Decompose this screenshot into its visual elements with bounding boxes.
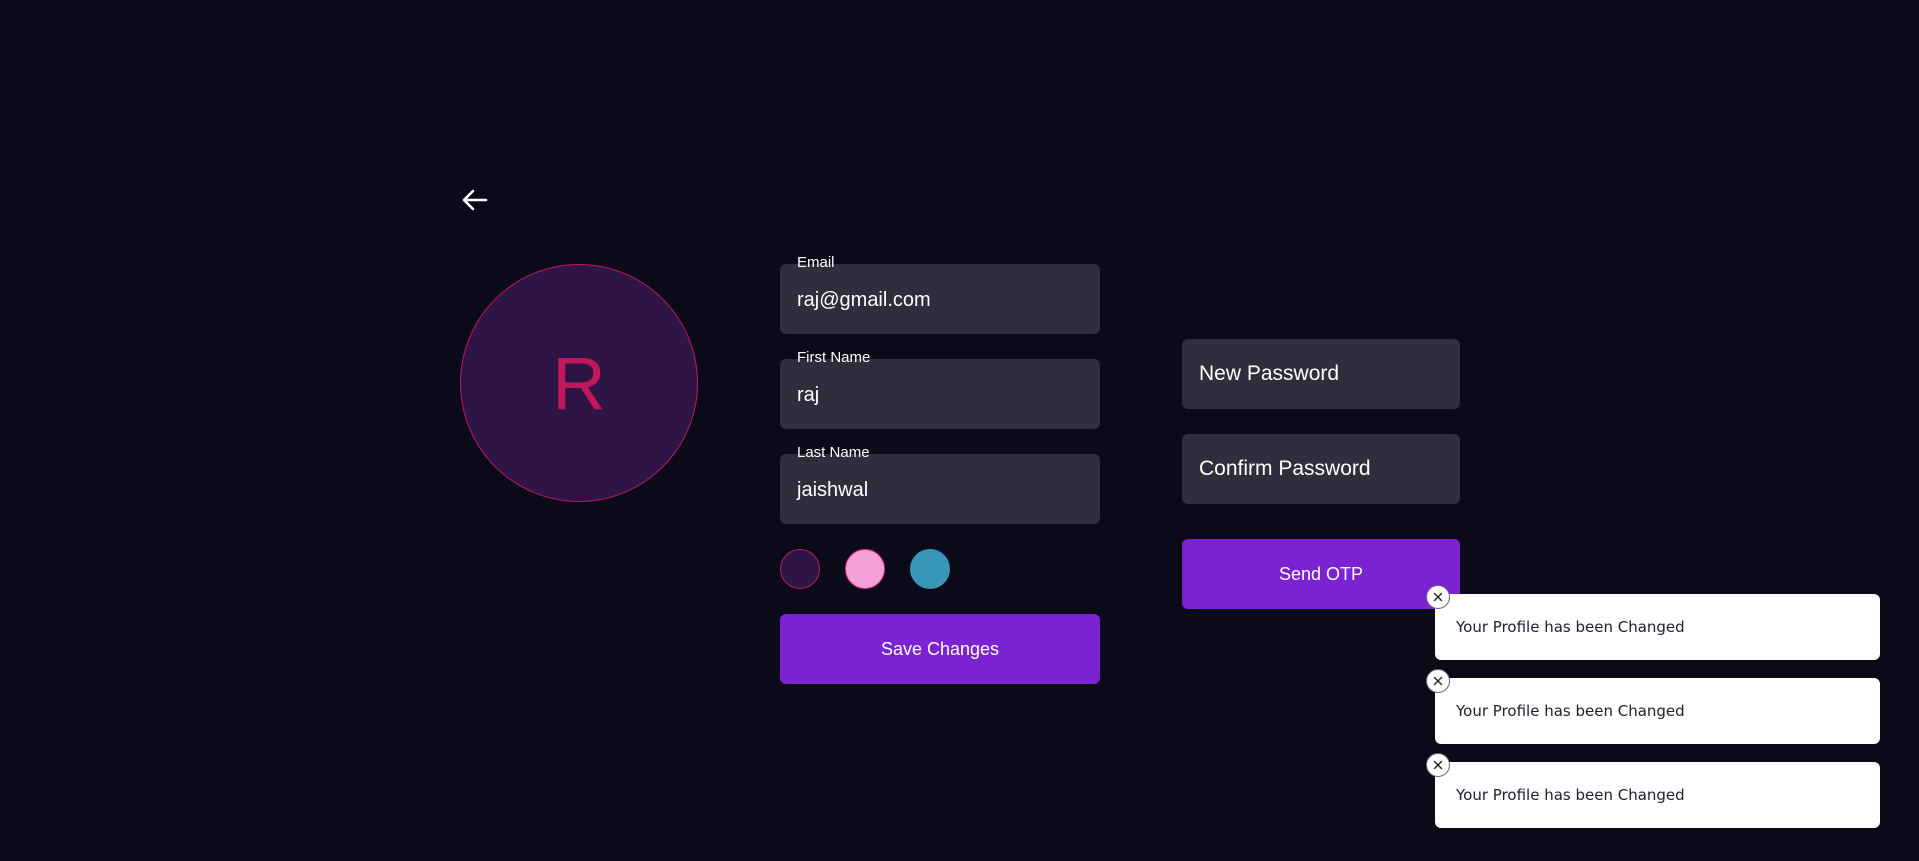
confirm-password-field[interactable] [1182,434,1460,504]
profile-page: R Email raj@gmail.com First Name raj Las… [0,0,1919,861]
close-icon [1433,760,1443,770]
toast-message: Your Profile has been Changed [1456,702,1685,720]
confirm-password-input[interactable] [1199,434,1443,504]
last-name-value[interactable]: jaishwal [797,454,868,524]
toast-notification: Your Profile has been Changed [1426,753,1880,828]
avatar: R [460,264,698,502]
last-name-field[interactable]: Last Name jaishwal [780,444,1100,524]
close-icon [1433,592,1443,602]
theme-color-pink[interactable] [845,549,885,589]
toast-notification: Your Profile has been Changed [1426,669,1880,744]
toast-message: Your Profile has been Changed [1456,786,1685,804]
theme-color-purple[interactable] [780,549,820,589]
save-changes-button[interactable]: Save Changes [780,614,1100,684]
close-icon [1433,676,1443,686]
toast-close-button[interactable] [1426,585,1450,609]
new-password-input[interactable] [1199,339,1443,409]
first-name-value[interactable]: raj [797,359,819,429]
first-name-field[interactable]: First Name raj [780,349,1100,429]
arrow-left-icon [462,189,488,211]
toast-message: Your Profile has been Changed [1456,618,1685,636]
toast-close-button[interactable] [1426,753,1450,777]
avatar-initial: R [552,341,606,425]
theme-color-teal[interactable] [910,549,950,589]
toast-close-button[interactable] [1426,669,1450,693]
email-field[interactable]: Email raj@gmail.com [780,254,1100,334]
back-button[interactable] [460,185,490,215]
email-value[interactable]: raj@gmail.com [797,264,931,334]
new-password-field[interactable] [1182,339,1460,409]
send-otp-button[interactable]: Send OTP [1182,539,1460,609]
toast-notification: Your Profile has been Changed [1426,585,1880,660]
